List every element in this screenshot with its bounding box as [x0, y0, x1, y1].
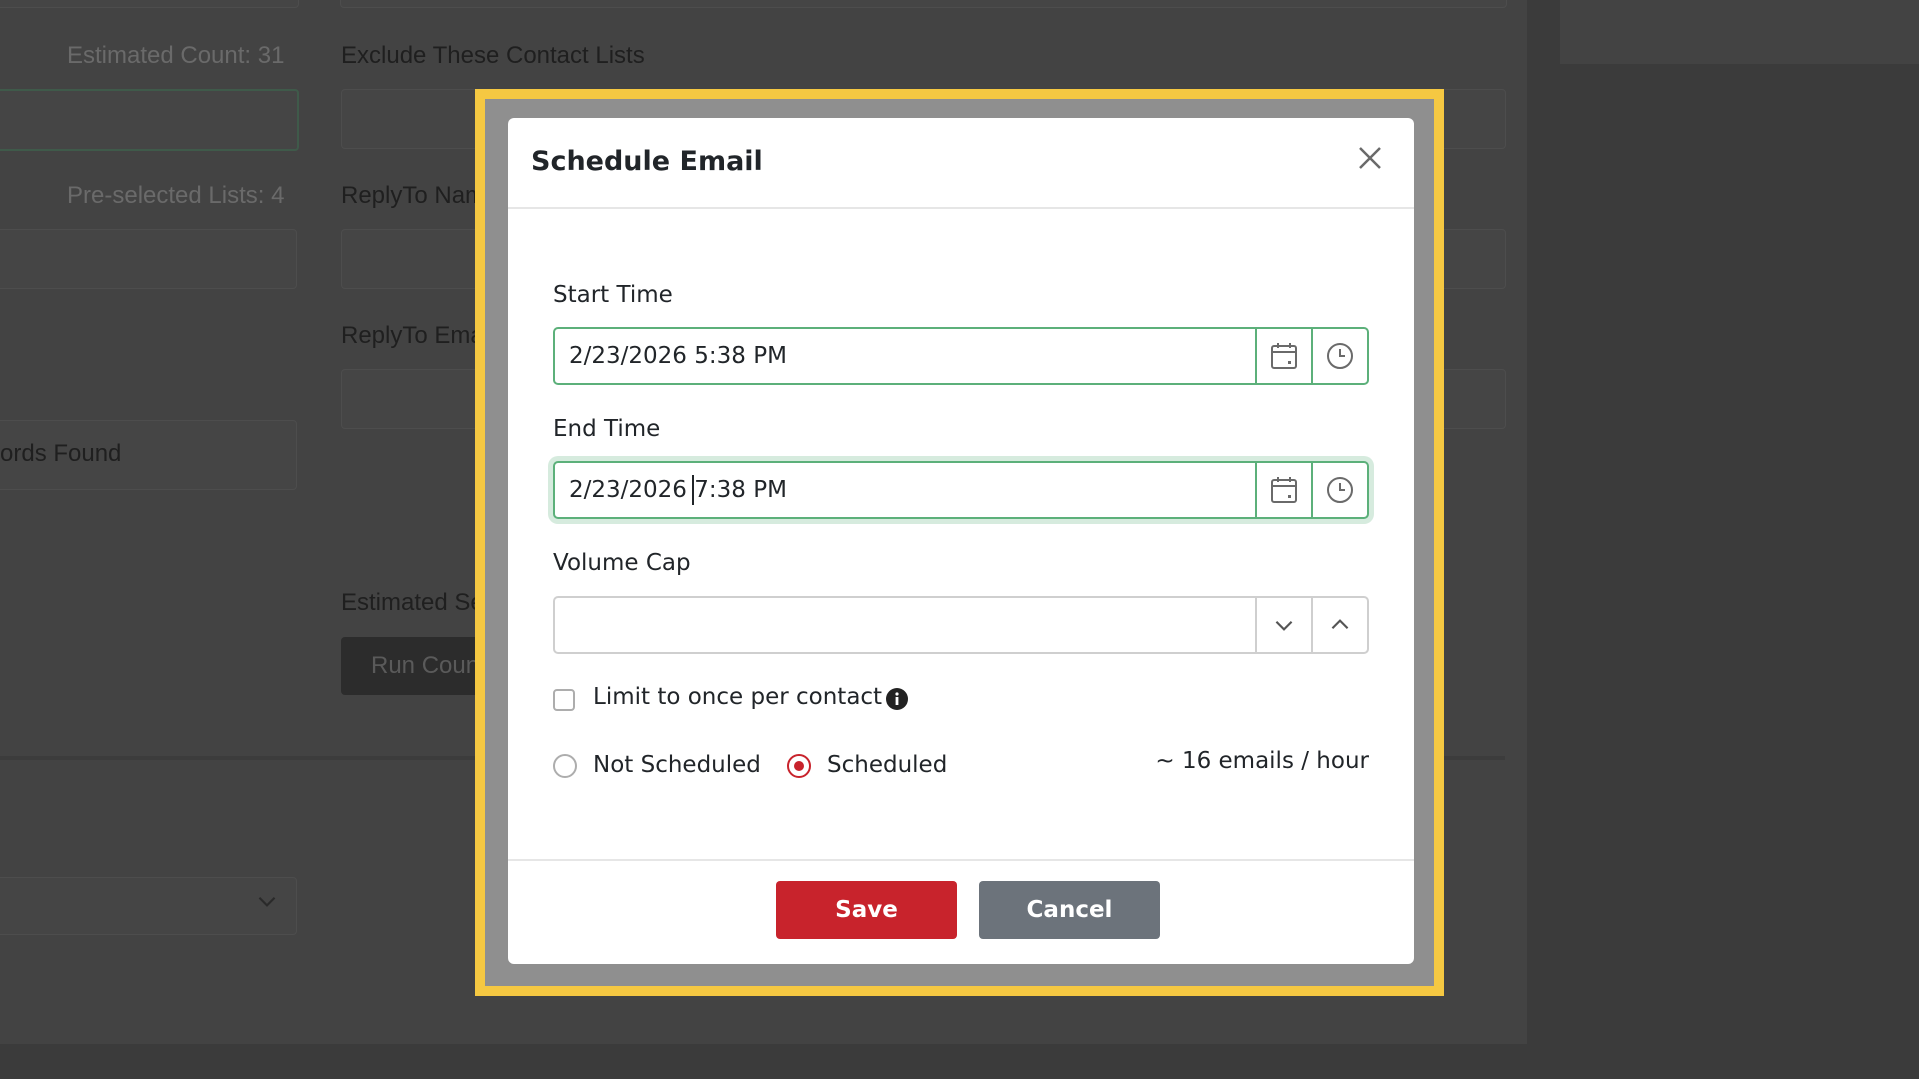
not-scheduled-radio[interactable] — [553, 754, 577, 778]
bg-top-field-right — [340, 0, 1507, 8]
preselected-lists-label: Pre-selected Lists: 4 — [67, 182, 285, 209]
calendar-icon[interactable] — [1255, 463, 1311, 517]
info-icon[interactable] — [885, 687, 909, 711]
start-time-picker: 2/23/2026 5:38 PM — [553, 327, 1369, 385]
scheduled-label[interactable]: Scheduled — [827, 752, 947, 778]
scheduled-radio[interactable] — [787, 754, 811, 778]
close-icon[interactable] — [1352, 140, 1388, 176]
bg-list-input[interactable] — [0, 89, 299, 151]
calendar-icon[interactable] — [1255, 329, 1311, 383]
volume-cap-input[interactable] — [555, 598, 1255, 652]
bg-select[interactable] — [0, 877, 297, 935]
not-scheduled-label[interactable]: Not Scheduled — [593, 752, 761, 778]
start-time-input[interactable]: 2/23/2026 5:38 PM — [555, 329, 1255, 383]
clock-icon[interactable] — [1311, 329, 1367, 383]
exclude-lists-label: Exclude These Contact Lists — [341, 42, 645, 69]
limit-once-checkbox[interactable] — [553, 689, 575, 711]
chevron-up-icon[interactable] — [1311, 598, 1367, 652]
clock-icon[interactable] — [1311, 463, 1367, 517]
volume-cap-label: Volume Cap — [553, 550, 691, 576]
end-time-label: End Time — [553, 416, 661, 442]
end-time-picker: 2/23/2026 7:38 PM — [553, 461, 1369, 519]
start-time-label: Start Time — [553, 282, 673, 308]
chevron-down-icon[interactable] — [1255, 598, 1311, 652]
bg-top-field — [0, 0, 299, 8]
records-found-text: ords Found — [0, 440, 122, 467]
send-rate-text: ~ 16 emails / hour — [1155, 748, 1369, 774]
bg-select-chevron-icon — [254, 888, 280, 921]
end-time-value: 2/23/2026 7:38 PM — [569, 477, 787, 503]
limit-once-label[interactable]: Limit to once per contact — [593, 684, 882, 710]
text-cursor — [692, 475, 694, 505]
cancel-button[interactable]: Cancel — [979, 881, 1160, 939]
modal-footer: Save Cancel — [508, 859, 1414, 964]
bg-right-band — [1560, 0, 1919, 64]
schedule-email-modal: Schedule Email Start Time 2/23/2026 5:38… — [508, 118, 1414, 964]
estimated-count-label: Estimated Count: 31 — [67, 42, 285, 69]
modal-header: Schedule Email — [508, 118, 1414, 209]
end-time-input[interactable]: 2/23/2026 7:38 PM — [555, 463, 1255, 517]
modal-title: Schedule Email — [531, 146, 763, 177]
reply-to-email-label: ReplyTo Email — [341, 322, 495, 349]
bg-preselected-box — [0, 229, 297, 289]
volume-cap-stepper — [553, 596, 1369, 654]
save-button[interactable]: Save — [776, 881, 957, 939]
